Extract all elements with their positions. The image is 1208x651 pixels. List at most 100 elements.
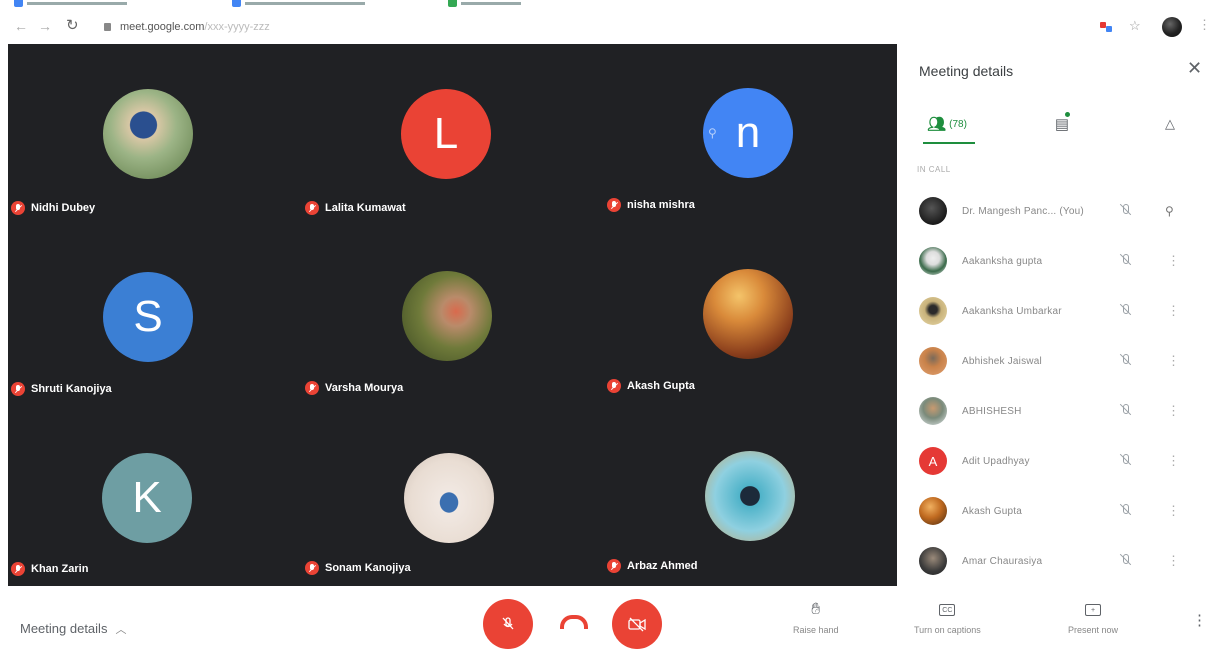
tab-activities[interactable]: △ [1155, 104, 1185, 144]
mic-off-icon[interactable] [1119, 403, 1131, 420]
person-name: Akash Gupta [962, 505, 1023, 517]
participant-name-row: Akash Gupta [607, 379, 695, 393]
meeting-details-toggle[interactable]: Meeting details ︿ [20, 621, 126, 637]
list-item[interactable]: A Adit Upadhyay ⋮ [897, 437, 1208, 485]
mic-off-icon [11, 201, 25, 215]
browser-menu-icon[interactable]: ⋮ [1198, 17, 1208, 33]
more-options-icon[interactable]: ⋮ [1167, 403, 1180, 419]
meeting-details-panel: Meeting details ✕ 👥︎ (78) ▤ △ IN CALL Dr… [897, 44, 1208, 589]
camera-toggle-button[interactable] [612, 599, 662, 649]
participant-avatar: L [401, 89, 491, 179]
person-name: Dr. Mangesh Panc... (You) [962, 205, 1084, 217]
avatar [919, 197, 947, 225]
activities-icon: △ [1165, 116, 1175, 131]
participant-name: Varsha Mourya [325, 382, 404, 394]
more-options-icon[interactable]: ⋮ [1192, 611, 1207, 629]
participant-photo [404, 453, 494, 543]
more-options-icon[interactable]: ⋮ [1167, 253, 1180, 269]
more-options-icon[interactable]: ⋮ [1167, 503, 1180, 519]
list-item[interactable]: Abhishek Jaiswal ⋮ [897, 337, 1208, 385]
tab-chat[interactable]: ▤ [1047, 104, 1077, 144]
people-count: (78) [949, 118, 967, 130]
reload-icon[interactable]: ↻ [66, 16, 79, 34]
address-bar-row: ← → ↻ meet.google.com/xxx-yyyy-zzz ☆ ⋮ [0, 12, 1208, 42]
pin-icon[interactable]: ⚲ [1165, 204, 1174, 218]
lock-icon [104, 23, 111, 31]
participant-name-row: Lalita Kumawat [305, 201, 406, 215]
panel-tabs: 👥︎ (78) ▤ △ [897, 104, 1208, 146]
active-tab-indicator [923, 142, 975, 144]
bookmark-star-icon[interactable]: ☆ [1129, 18, 1141, 34]
list-item[interactable]: Akash Gupta ⋮ [897, 487, 1208, 535]
avatar [919, 347, 947, 375]
mic-off-icon [305, 381, 319, 395]
participant-name-row: nisha mishra [607, 198, 695, 212]
microphone-toggle-button[interactable] [483, 599, 533, 649]
participant-photo [402, 271, 492, 361]
list-item[interactable]: Aakanksha gupta ⋮ [897, 237, 1208, 285]
forward-arrow-icon[interactable]: → [38, 18, 52, 34]
meeting-details-label: Meeting details [20, 621, 108, 636]
mic-off-icon [607, 198, 621, 212]
avatar [919, 547, 947, 575]
bookmark-item[interactable]: ▬▬▬▬▬▬▬▬▬▬▬▬ [232, 0, 365, 8]
back-arrow-icon[interactable]: ← [14, 18, 28, 34]
chat-icon: ▤ [1054, 116, 1070, 133]
avatar [919, 247, 947, 275]
participant-name: Akash Gupta [627, 380, 695, 392]
mic-off-icon [11, 562, 25, 576]
mic-off-icon[interactable] [1119, 553, 1131, 570]
list-item[interactable]: ABHISHESH ⋮ [897, 387, 1208, 435]
more-options-icon[interactable]: ⋮ [1167, 303, 1180, 319]
mic-off-icon[interactable] [1119, 253, 1131, 270]
person-name: ABHISHESH [962, 405, 1022, 417]
raise-hand-button[interactable]: ✋︎ Raise hand [793, 601, 839, 635]
camera-off-icon [628, 617, 646, 632]
participant-name: Lalita Kumawat [325, 202, 406, 214]
participant-name: Nidhi Dubey [31, 202, 96, 214]
hang-up-button[interactable] [560, 615, 588, 629]
participant-photo [103, 89, 193, 179]
participant-name-row: Sonam Kanojiya [305, 561, 411, 575]
participant-name: nisha mishra [627, 199, 695, 211]
person-name: Adit Upadhyay [962, 455, 1030, 467]
present-icon: + [1085, 604, 1102, 616]
mic-off-icon[interactable] [1119, 453, 1131, 470]
mic-off-icon [305, 561, 319, 575]
tab-people[interactable]: 👥︎ (78) [919, 104, 975, 144]
more-options-icon[interactable]: ⋮ [1167, 553, 1180, 569]
close-icon[interactable]: ✕ [1187, 58, 1202, 79]
participant-name: Sonam Kanojiya [325, 562, 411, 574]
mic-off-icon[interactable] [1119, 503, 1131, 520]
unread-dot [1065, 112, 1070, 117]
captions-button[interactable]: CC Turn on captions [914, 601, 981, 635]
panel-title: Meeting details [919, 63, 1014, 79]
list-item[interactable]: Amar Chaurasiya ⋮ [897, 537, 1208, 585]
list-item[interactable]: Aakanksha Umbarkar ⋮ [897, 287, 1208, 335]
avatar [919, 297, 947, 325]
bookmark-item[interactable]: ▬▬▬▬▬▬ [448, 0, 521, 8]
participant-name-row: Khan Zarin [11, 562, 88, 576]
list-item[interactable]: Dr. Mangesh Panc... (You) ⚲ [897, 187, 1208, 235]
url-field[interactable]: meet.google.com/xxx-yyyy-zzz [120, 21, 270, 33]
bookmark-item[interactable]: ▬▬▬▬▬▬▬▬▬▬ [14, 0, 127, 8]
avatar [919, 397, 947, 425]
extension-icon[interactable] [1100, 22, 1114, 32]
chevron-up-icon: ︿ [115, 624, 127, 636]
more-options-icon[interactable]: ⋮ [1167, 353, 1180, 369]
url-host: meet.google.com [120, 21, 205, 33]
present-now-button[interactable]: + Present now [1068, 601, 1118, 635]
participant-avatar: S [103, 272, 193, 362]
captions-icon: CC [939, 604, 956, 616]
hand-icon: ✋︎ [811, 601, 821, 618]
pin-icon[interactable]: ⚲ [708, 126, 717, 140]
person-name: Aakanksha Umbarkar [962, 305, 1062, 317]
profile-avatar[interactable] [1162, 17, 1182, 37]
mic-off-icon[interactable] [1119, 353, 1131, 370]
participant-name-row: Arbaz Ahmed [607, 559, 698, 573]
participant-name-row: Nidhi Dubey [11, 201, 95, 215]
mic-off-icon[interactable] [1119, 203, 1131, 220]
mic-off-icon[interactable] [1119, 303, 1131, 320]
call-controls-bar: Meeting details ︿ ✋︎ Raise hand CC Turn … [0, 589, 1208, 651]
more-options-icon[interactable]: ⋮ [1167, 453, 1180, 469]
